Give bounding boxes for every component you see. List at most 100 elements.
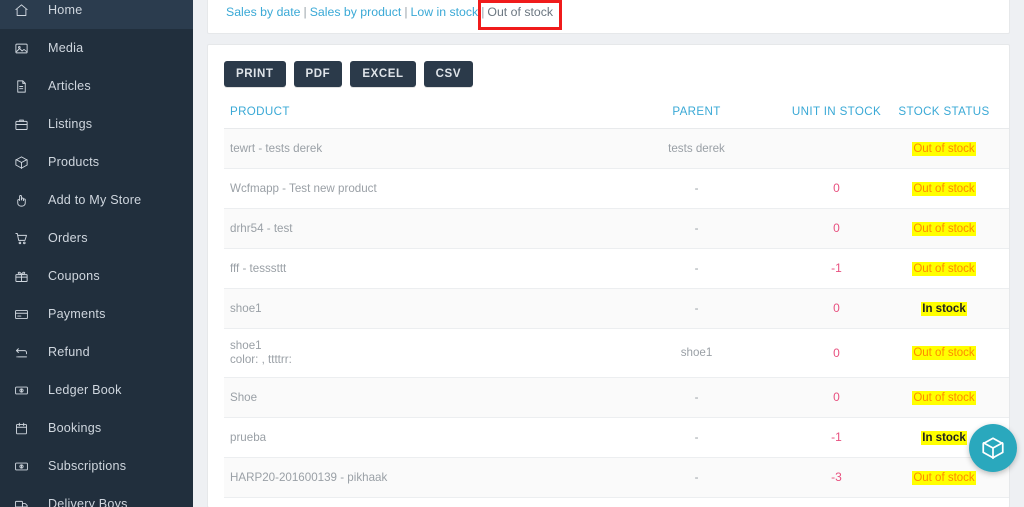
- card-icon: [14, 305, 36, 323]
- tab-low-in-stock[interactable]: Low in stock: [411, 5, 479, 19]
- sidebar-item-label: Orders: [48, 231, 88, 245]
- tab-separator: |: [301, 5, 310, 19]
- sidebar-item-label: Home: [48, 3, 82, 17]
- status-badge: In stock: [921, 302, 966, 316]
- cell-parent: -: [609, 378, 784, 418]
- col-header-unit-in-stock[interactable]: UNIT IN STOCK: [784, 99, 889, 129]
- product-name: tewrt - tests derek: [230, 142, 603, 156]
- floating-product-button[interactable]: [969, 424, 1017, 472]
- product-name: drhr54 - test: [230, 222, 603, 236]
- status-badge: Out of stock: [912, 262, 975, 276]
- unit-in-stock-value: 0: [833, 181, 840, 195]
- cell-product: Wcfmapp - Test new product: [224, 169, 609, 209]
- sidebar-item-listings[interactable]: Listings: [0, 105, 193, 143]
- cell-actions: [999, 329, 1010, 378]
- cell-unit-in-stock: 0: [784, 289, 889, 329]
- sidebar-item-label: Media: [48, 41, 83, 55]
- cell-parent: -: [609, 209, 784, 249]
- sidebar-item-label: Listings: [48, 117, 92, 131]
- product-name: shoe1: [230, 339, 603, 353]
- sidebar-item-delivery-boys[interactable]: Delivery Boys: [0, 485, 193, 507]
- sidebar-item-label: Payments: [48, 307, 106, 321]
- cell-parent: shoe1: [609, 329, 784, 378]
- status-badge: Out of stock: [912, 391, 975, 405]
- cell-unit-in-stock: 0: [784, 169, 889, 209]
- table-row: HARP20-201600139 - pikhaak--3Out of stoc…: [224, 458, 1010, 498]
- action-button-group: [1005, 388, 1010, 407]
- cell-unit-in-stock: -3: [784, 458, 889, 498]
- action-button-group: [1005, 139, 1010, 158]
- tab-out-of-stock[interactable]: Out of stock: [487, 5, 553, 19]
- col-header-parent[interactable]: PARENT: [609, 99, 784, 129]
- table-row: shoe1color: , ttttrr:shoe10Out of stock: [224, 329, 1010, 378]
- image-icon: [14, 39, 36, 57]
- cell-actions: [999, 378, 1010, 418]
- cell-actions: [999, 249, 1010, 289]
- cube-icon: [980, 435, 1006, 461]
- action-button-group: [1005, 468, 1010, 487]
- sidebar-item-products[interactable]: Products: [0, 143, 193, 181]
- sidebar-item-articles[interactable]: Articles: [0, 67, 193, 105]
- cell-stock-status: Out of stock: [889, 378, 999, 418]
- cell-product: shoe1: [224, 289, 609, 329]
- sidebar-item-label: Bookings: [48, 421, 101, 435]
- action-button-group: [1005, 179, 1010, 198]
- report-tabs: Sales by date|Sales by product|Low in st…: [226, 5, 991, 19]
- cell-parent: -: [609, 249, 784, 289]
- col-header-stock-status[interactable]: STOCK STATUS: [889, 99, 999, 129]
- cell-product: fff - tesssttt: [224, 249, 609, 289]
- cell-stock-status: Out of stock: [889, 249, 999, 289]
- csv-export-button[interactable]: CSV: [424, 61, 473, 87]
- print-export-button[interactable]: PRINT: [224, 61, 286, 87]
- home-icon: [14, 1, 36, 19]
- cell-parent: tests derek: [609, 129, 784, 169]
- sidebar-item-refund[interactable]: Refund: [0, 333, 193, 371]
- cell-stock-status: In stock: [889, 289, 999, 329]
- status-badge: Out of stock: [912, 346, 975, 360]
- cell-unit-in-stock: 0: [784, 329, 889, 378]
- cell-parent: -: [609, 289, 784, 329]
- tab-separator: |: [401, 5, 410, 19]
- sidebar-item-label: Add to My Store: [48, 193, 141, 207]
- excel-export-button[interactable]: EXCEL: [350, 61, 415, 87]
- col-header-product[interactable]: PRODUCT: [224, 99, 609, 129]
- sidebar-item-bookings[interactable]: Bookings: [0, 409, 193, 447]
- table-row: fff - tesssttt--1Out of stock: [224, 249, 1010, 289]
- cell-unit-in-stock: 0: [784, 498, 889, 507]
- sidebar-item-home[interactable]: Home: [0, 0, 193, 29]
- table-row: shoe1-0 In stock: [224, 289, 1010, 329]
- sidebar-item-label: Products: [48, 155, 99, 169]
- cell-product: Shoe: [224, 378, 609, 418]
- money-icon: [14, 457, 36, 475]
- product-name: prueba: [230, 431, 603, 445]
- sidebar-item-subscriptions[interactable]: Subscriptions: [0, 447, 193, 485]
- product-name: shoe1: [230, 302, 603, 316]
- box-icon: [14, 153, 36, 171]
- cell-actions: [999, 289, 1010, 329]
- main-content: Sales by date|Sales by product|Low in st…: [193, 0, 1024, 507]
- pdf-export-button[interactable]: PDF: [294, 61, 343, 87]
- product-name: Shoe: [230, 391, 603, 405]
- cell-stock-status: Out of stock: [889, 129, 999, 169]
- gift-icon: [14, 267, 36, 285]
- cell-product: prueba: [224, 418, 609, 458]
- sidebar-item-coupons[interactable]: Coupons: [0, 257, 193, 295]
- document-icon: [14, 77, 36, 95]
- sidebar-item-ledger-book[interactable]: Ledger Book: [0, 371, 193, 409]
- status-badge: Out of stock: [912, 222, 975, 236]
- briefcase-icon: [14, 115, 36, 133]
- sidebar-item-payments[interactable]: Payments: [0, 295, 193, 333]
- cell-parent: -: [609, 169, 784, 209]
- sidebar-item-media[interactable]: Media: [0, 29, 193, 67]
- cell-actions: [999, 209, 1010, 249]
- sidebar-item-add-to-my-store[interactable]: Add to My Store: [0, 181, 193, 219]
- tab-sales-by-product[interactable]: Sales by product: [310, 5, 402, 19]
- calendar-icon: [14, 419, 36, 437]
- table-header-row: PRODUCT PARENT UNIT IN STOCK STOCK STATU…: [224, 99, 1010, 129]
- tab-sales-by-date[interactable]: Sales by date: [226, 5, 301, 19]
- sidebar-item-label: Articles: [48, 79, 91, 93]
- sidebar-item-orders[interactable]: Orders: [0, 219, 193, 257]
- out-of-stock-table: PRODUCT PARENT UNIT IN STOCK STOCK STATU…: [224, 99, 1010, 507]
- sidebar: Home Media Articles Listings Products Add to …: [0, 0, 193, 507]
- status-badge: Out of stock: [912, 471, 975, 485]
